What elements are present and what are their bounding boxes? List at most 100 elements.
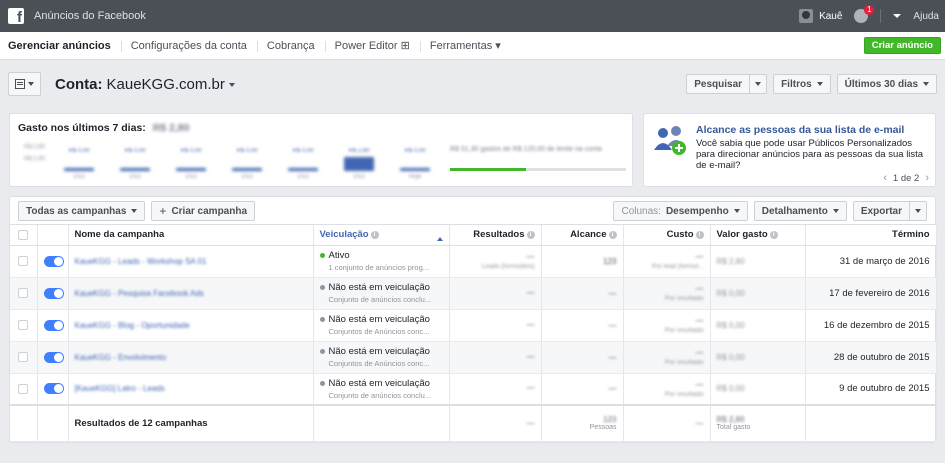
bar-value-label: R$ 0,00 [236, 148, 258, 154]
info-icon[interactable]: i [608, 231, 617, 240]
campaign-toggle[interactable] [43, 319, 64, 331]
cost-main: — [695, 252, 704, 261]
campaign-toggle[interactable] [43, 287, 64, 299]
create-ad-button[interactable]: Criar anúncio [863, 37, 941, 54]
facebook-logo-icon[interactable]: f [8, 8, 24, 24]
notification-badge: 1 [863, 5, 875, 15]
nav-power-editor[interactable]: Power Editor ⊞ [324, 32, 420, 60]
bar-date-label: Hoje [408, 174, 422, 180]
main-nav: Gerenciar anúncios Configurações da cont… [0, 32, 945, 60]
campaign-toggle[interactable] [43, 383, 64, 395]
row-checkbox[interactable] [18, 288, 29, 298]
nav-tools[interactable]: Ferramentas ▾ [419, 32, 511, 60]
bar-value-label: R$ 2,80 [348, 148, 370, 154]
account-selector[interactable]: Conta: KaueKGG.com.br [55, 76, 235, 93]
reach-cell: — [541, 309, 624, 342]
help-link[interactable]: Ajuda [913, 11, 939, 22]
spend-bar[interactable] [176, 168, 206, 171]
bar-date-label: 20/2 [73, 174, 85, 180]
end-date-cell: 28 de outubro de 2015 [805, 341, 937, 374]
cost-value: — Por resultado [630, 316, 704, 334]
results-main: — [526, 252, 535, 261]
export-button[interactable]: Exportar [852, 201, 910, 221]
info-icon[interactable]: i [695, 231, 704, 240]
spend-bar[interactable] [64, 168, 94, 171]
header-campaign-name[interactable]: Nome da campanha [68, 225, 314, 246]
results-main: — [526, 319, 535, 329]
table-toolbar-left: Todas as campanhas + Criar campanha [18, 201, 256, 221]
cost-main: — [695, 316, 704, 325]
create-campaign-button[interactable]: + Criar campanha [151, 201, 256, 221]
row-checkbox[interactable] [18, 352, 29, 362]
avatar[interactable] [799, 9, 814, 23]
campaign-name-link[interactable]: [KaueKGG] Latro - Leads [75, 384, 165, 393]
spend-bar[interactable] [344, 157, 374, 171]
all-campaigns-label: Todas as campanhas [26, 205, 127, 217]
row-checkbox[interactable] [18, 256, 29, 266]
table-row[interactable]: KaueKGG - Envolvimento Não está em veicul… [10, 341, 937, 374]
user-name[interactable]: Kauê [819, 11, 842, 22]
header-delivery[interactable]: Veiculação i [313, 225, 450, 246]
spend-bar[interactable] [288, 168, 318, 171]
table-row[interactable]: KaueKGG - Leads - Workshop SA 01 Ativo 1 c… [10, 245, 937, 278]
results-main: — [526, 383, 535, 393]
row-checkbox[interactable] [18, 320, 29, 330]
header-results[interactable]: Resultados i [449, 225, 542, 246]
campaign-name-cell: KaueKGG - Blog - Oportunidade [68, 309, 314, 342]
info-icon[interactable]: i [370, 230, 379, 239]
select-all-checkbox[interactable] [18, 229, 29, 240]
campaign-toggle[interactable] [43, 255, 64, 267]
table-toolbar: Todas as campanhas + Criar campanha Colu… [10, 197, 935, 225]
end-date-cell: 17 de fevereiro de 2016 [805, 277, 937, 310]
export-dropdown-button[interactable] [910, 201, 927, 221]
chevron-left-icon[interactable]: ‹ [883, 172, 887, 184]
cost-sub: Por resultado [664, 390, 704, 398]
campaign-toggle[interactable] [43, 351, 64, 363]
chevron-right-icon[interactable]: › [925, 172, 929, 184]
document-icon [15, 79, 25, 89]
sort-ascending-icon[interactable] [436, 236, 443, 241]
campaign-name-link[interactable]: KaueKGG - Envolvimento [75, 353, 167, 362]
columns-button[interactable]: Colunas: Desempenho [613, 201, 748, 221]
campaign-name-link[interactable]: KaueKGG - Leads - Workshop SA 01 [75, 257, 207, 266]
cost-cell: — Por resultado [623, 309, 711, 342]
delivery-cell: Ativo 1 conjunto de anúncios prog... [313, 245, 450, 278]
campaign-name-link[interactable]: KaueKGG - Pesquisa Facebook Ads [75, 289, 204, 298]
nav-account-settings[interactable]: Configurações da conta [120, 32, 257, 60]
header-cost[interactable]: Custo i [623, 225, 711, 246]
row-checkbox[interactable] [18, 383, 29, 394]
search-button[interactable]: Pesquisar [686, 74, 751, 94]
nav-billing[interactable]: Cobrança [256, 32, 325, 60]
spend-bar[interactable] [232, 168, 262, 171]
delivery-cell: Não está em veiculação Conjunto de anúnci… [313, 277, 450, 310]
header-end-date[interactable]: Término [805, 225, 937, 246]
table-row[interactable]: KaueKGG - Pesquisa Facebook Ads Não está … [10, 277, 937, 310]
all-campaigns-button[interactable]: Todas as campanhas [18, 201, 146, 221]
breakdown-button[interactable]: Detalhamento [753, 201, 847, 221]
row-toggle-cell [37, 341, 69, 374]
table-row[interactable]: [KaueKGG] Latro - Leads Não está em veicu… [10, 373, 937, 406]
date-range-button[interactable]: Últimos 30 dias [836, 74, 937, 94]
header-reach[interactable]: Alcance i [541, 225, 624, 246]
tip-title[interactable]: Alcance as pessoas da sua lista de e-mai… [696, 124, 931, 136]
header-amount-spent-label: Valor gasto [716, 229, 768, 241]
campaign-name-link[interactable]: KaueKGG - Blog - Oportunidade [75, 321, 190, 330]
view-selector-button[interactable] [8, 72, 41, 96]
nav-manage-ads[interactable]: Gerenciar anúncios [0, 32, 121, 60]
search-dropdown-button[interactable] [750, 74, 768, 94]
footer-spent-cell: R$ 2,80 Total gasto [710, 404, 806, 442]
search-group: Pesquisar [686, 74, 768, 94]
footer-empty-cell [37, 404, 69, 442]
header-amount-spent[interactable]: Valor gasto i [710, 225, 806, 246]
account-menu-chevron-icon[interactable] [893, 14, 902, 18]
campaigns-table-card: Todas as campanhas + Criar campanha Colu… [9, 196, 937, 443]
filters-button[interactable]: Filtros [773, 74, 831, 94]
notifications-globe-icon[interactable]: 1 [854, 5, 875, 23]
spend-bar[interactable] [400, 168, 430, 171]
spend-bar[interactable] [120, 168, 150, 171]
info-icon[interactable]: i [769, 231, 778, 240]
reach-cell: 123 [541, 245, 624, 278]
app-title[interactable]: Anúncios do Facebook [34, 10, 146, 22]
table-row[interactable]: KaueKGG - Blog - Oportunidade Não está em… [10, 309, 937, 342]
info-icon[interactable]: i [526, 231, 535, 240]
